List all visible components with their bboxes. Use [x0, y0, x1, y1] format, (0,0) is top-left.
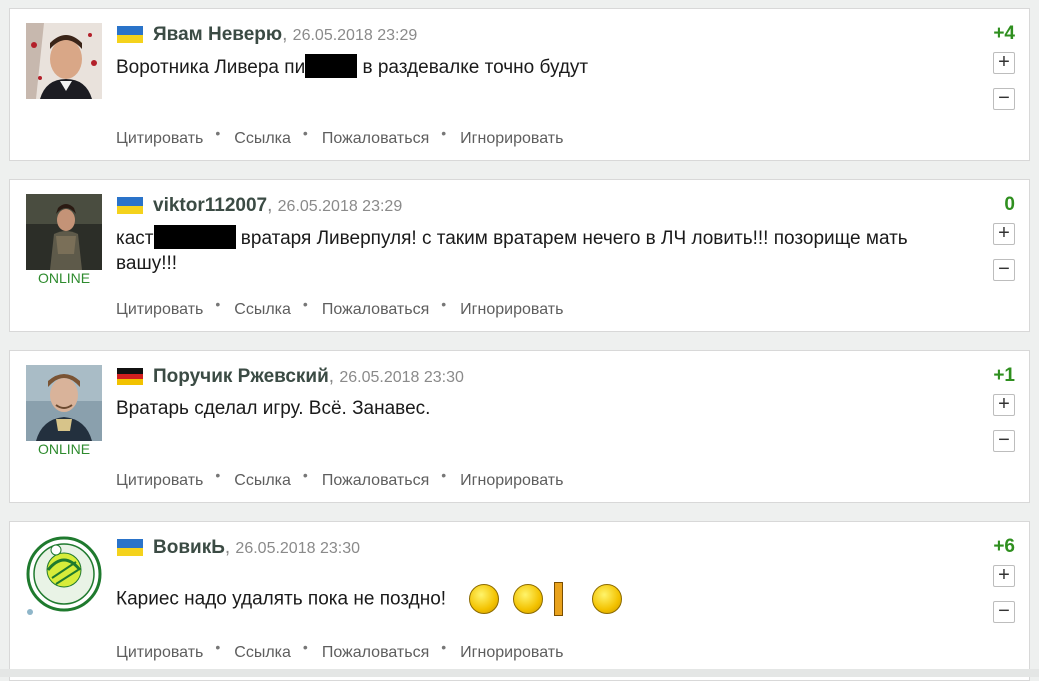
comment-actions: Цитировать • Ссылка • Пожаловаться • Игнориров…	[116, 467, 564, 489]
author-name[interactable]: ВовикЬ	[153, 537, 225, 558]
comment-text: Кариес надо удалять пока не поздно!	[116, 582, 946, 616]
online-status: ONLINE	[37, 441, 91, 457]
vote-up-button[interactable]: +	[993, 52, 1015, 74]
ignore-link[interactable]: Игнорировать	[460, 644, 563, 661]
rating-value: +4	[993, 23, 1015, 44]
avatar[interactable]	[26, 365, 102, 441]
permalink-link[interactable]: Ссылка	[234, 301, 291, 318]
ignore-link[interactable]: Игнорировать	[460, 301, 563, 318]
comment: ONLINE viktor112007, 26.05.2018 23:29 ка…	[9, 179, 1030, 332]
ukraine-flag-icon	[117, 197, 143, 214]
rating-value: +6	[993, 536, 1015, 557]
vote-down-button[interactable]: −	[993, 601, 1015, 623]
permalink-link[interactable]: Ссылка	[234, 472, 291, 489]
quote-link[interactable]: Цитировать	[116, 644, 203, 661]
report-link[interactable]: Пожаловаться	[322, 472, 429, 489]
quote-link[interactable]: Цитировать	[116, 301, 203, 318]
vote-down-button[interactable]: −	[993, 88, 1015, 110]
vote-down-button[interactable]: −	[993, 259, 1015, 281]
report-link[interactable]: Пожаловаться	[322, 301, 429, 318]
comment-actions: Цитировать • Ссылка • Пожаловаться • Игнориров…	[116, 296, 564, 318]
avatar[interactable]	[26, 194, 102, 270]
comment: Явам Неверю, 26.05.2018 23:29 Воротника …	[9, 8, 1030, 161]
comment-actions: Цитировать • Ссылка • Пожаловаться • Игнориров…	[116, 639, 564, 661]
permalink-link[interactable]: Ссылка	[234, 644, 291, 661]
vote-up-button[interactable]: +	[993, 565, 1015, 587]
germany-flag-icon	[117, 368, 143, 385]
report-link[interactable]: Пожаловаться	[322, 644, 429, 661]
laughing-emoji-icon	[469, 584, 500, 614]
rating-value: +1	[993, 365, 1015, 386]
comment-text: Вратарь сделал игру. Всё. Занавес.	[116, 398, 431, 419]
censor-block	[153, 225, 236, 249]
vote-up-button[interactable]: +	[993, 223, 1015, 245]
rating-value: 0	[1004, 194, 1015, 215]
avatar[interactable]	[26, 534, 102, 616]
ignore-link[interactable]: Игнорировать	[460, 472, 563, 489]
tongue-emoji-icon	[592, 584, 623, 614]
comment-date: 26.05.2018 23:29	[292, 27, 418, 44]
comment-date: 26.05.2018 23:30	[235, 540, 360, 557]
page-bottom-edge	[0, 669, 1039, 677]
grinning-emoji-icon	[512, 584, 543, 614]
online-status: ONLINE	[37, 270, 91, 286]
comment-actions: Цитировать • Ссылка • Пожаловаться • Игнориров…	[116, 125, 564, 147]
author-name[interactable]: viktor112007	[153, 195, 267, 216]
comment-date: 26.05.2018 23:29	[277, 198, 403, 215]
quote-link[interactable]: Цитировать	[116, 130, 203, 147]
permalink-link[interactable]: Ссылка	[234, 130, 291, 147]
comment-text: каст вратаря Ливерпуля! с таким вратарем…	[116, 225, 946, 276]
vote-up-button[interactable]: +	[993, 394, 1015, 416]
report-link[interactable]: Пожаловаться	[322, 130, 429, 147]
comment-date: 26.05.2018 23:30	[339, 369, 464, 386]
author-name[interactable]: Явам Неверю	[153, 24, 282, 45]
comment: ВовикЬ, 26.05.2018 23:30 Кариес надо уда…	[9, 521, 1030, 681]
censor-block	[305, 54, 358, 78]
bar-emoji-icon	[553, 582, 563, 616]
avatar[interactable]	[26, 23, 102, 99]
vote-down-button[interactable]: −	[993, 430, 1015, 452]
author-name[interactable]: Поручик Ржевский	[153, 366, 329, 387]
ignore-link[interactable]: Игнорировать	[460, 130, 563, 147]
comment: ONLINE Поручик Ржевский, 26.05.2018 23:3…	[9, 350, 1030, 503]
quote-link[interactable]: Цитировать	[116, 472, 203, 489]
comment-text: Воротника Ливера пи в раздевалке точно б…	[116, 54, 946, 80]
ukraine-flag-icon	[117, 539, 143, 556]
ukraine-flag-icon	[117, 26, 143, 43]
